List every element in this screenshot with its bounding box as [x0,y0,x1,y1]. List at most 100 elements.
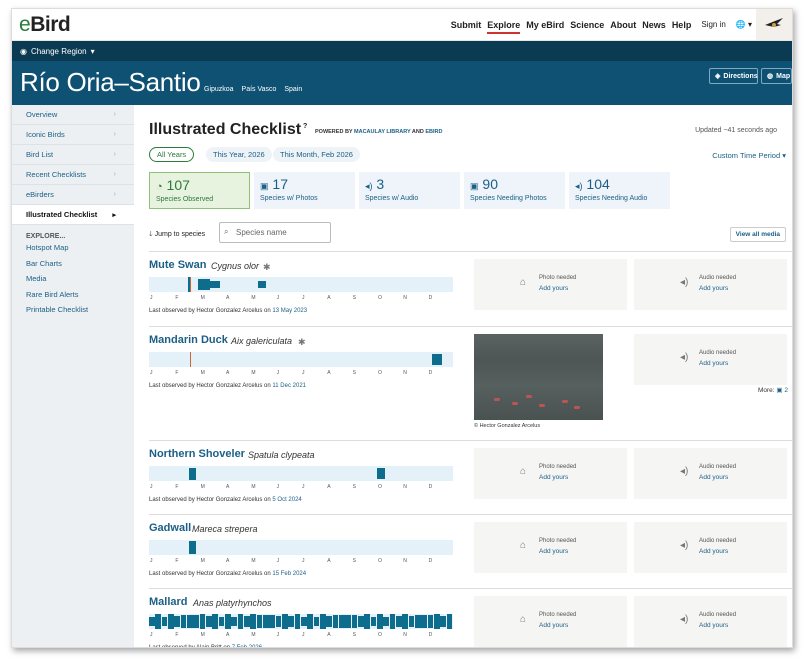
language-globe-icon[interactable]: 🌐 ▾ [736,20,752,29]
nav-submit[interactable]: Submit [451,20,482,30]
directions-icon: ◈ [715,73,721,80]
frequency-segment [301,617,307,626]
last-observed-date[interactable]: 11 Dec 2021 [272,383,306,389]
species-search-input[interactable]: ⌕ Species name [219,222,331,243]
month-label: J [276,558,280,564]
audio-needed-card[interactable]: ◂) Audio needed Add yours [634,448,787,499]
last-observed-text: Last observed by Hector Gonzalez Arcelus… [149,308,271,314]
audio-needed-card[interactable]: ◂) Audio needed Add yours [634,334,787,385]
ebird-link[interactable]: EBIRD [425,129,442,135]
sidebar-item-iconic-birds[interactable]: Iconic Birds › [12,125,134,145]
speaker-icon: ◂) [680,614,689,625]
frequency-segment [364,614,371,629]
location-country[interactable]: Spain [284,86,302,93]
camera-icon: ⌂ [520,277,527,288]
sidebar-item-label: eBirders [26,190,54,199]
stat-label: Species Observed [156,196,214,203]
species-common-name[interactable]: Gadwall [149,522,191,534]
sidebar-item-overview[interactable]: Overview › [12,105,134,125]
species-common-name[interactable]: Mallard [149,596,188,608]
top-nav: eBird Submit Explore My eBird Science Ab… [12,9,792,41]
custom-time-period-dropdown[interactable]: Custom Time Period ▾ [712,151,786,160]
frequency-segment [250,614,257,629]
ebird-logo[interactable]: eBird [19,13,71,37]
nav-about[interactable]: About [610,20,636,30]
nav-explore[interactable]: Explore [487,20,521,34]
add-yours-link[interactable]: Add yours [539,622,568,629]
macaulay-library-link[interactable]: MACAULAY LIBRARY [354,129,411,135]
stat-species-needing-photos[interactable]: ▣ 90 Species Needing Photos [464,172,565,209]
add-yours-link[interactable]: Add yours [539,474,568,481]
sidebar-link-rare-bird-alerts[interactable]: Rare Bird Alerts [12,290,134,306]
species-common-name[interactable]: Mandarin Duck [149,334,228,346]
sign-in-link[interactable]: Sign in [701,20,725,29]
month-label: J [301,558,305,564]
species-common-name[interactable]: Mute Swan [149,259,206,271]
photo-needed-card[interactable]: ⌂ Photo needed Add yours [474,522,627,573]
frequency-segment [187,615,193,628]
more-media-link[interactable]: More: ▣ 2 [758,386,788,394]
duck-mark [526,395,532,398]
month-label: D [428,632,433,638]
month-label: J [150,632,153,638]
audio-needed-card[interactable]: ◂) Audio needed Add yours [634,259,787,310]
sidebar-item-bird-list[interactable]: Bird List › [12,145,134,165]
month-label: F [175,632,179,638]
add-yours-link[interactable]: Add yours [699,285,728,292]
nav-science[interactable]: Science [570,20,604,30]
view-all-media-button[interactable]: View all media [729,227,786,242]
add-yours-link[interactable]: Add yours [699,474,728,481]
map-button[interactable]: ◍ Map [761,68,792,84]
species-divider [149,251,792,252]
photo-needed-card[interactable]: ⌂ Photo needed Add yours [474,448,627,499]
add-yours-link[interactable]: Add yours [699,548,728,555]
audio-needed-card[interactable]: ◂) Audio needed Add yours [634,522,787,573]
tab-this-month[interactable]: This Month, Feb 2026 [273,147,360,162]
camera-icon: ▣ [470,181,479,191]
main-nav: Submit Explore My eBird Science About Ne… [445,9,752,40]
species-photo[interactable] [474,334,603,420]
stat-species-observed[interactable]: ◔ 107 Species Observed [149,172,250,209]
species-common-name[interactable]: Northern Shoveler [149,448,245,460]
directions-button[interactable]: ◈ Directions [709,68,758,84]
add-yours-link[interactable]: Add yours [699,360,728,367]
sidebar-link-printable-checklist[interactable]: Printable Checklist [12,305,134,321]
powered-by: POWERED BY MACAULAY LIBRARY AND EBIRD [315,129,442,135]
location-county[interactable]: Gipuzkoa [204,86,234,93]
speaker-icon: ◂) [680,466,689,477]
sidebar-link-media[interactable]: Media [12,274,134,290]
sidebar-link-hotspot-map[interactable]: Hotspot Map [12,243,134,259]
stat-species-audio[interactable]: ◂) 3 Species w/ Audio [359,172,460,209]
sidebar-item-illustrated-checklist[interactable]: Illustrated Checklist ▸ [12,205,134,225]
cornell-lab-bird-logo-icon[interactable] [756,9,792,40]
stat-species-photos[interactable]: ▣ 17 Species w/ Photos [254,172,355,209]
frequency-segment [168,614,174,629]
audio-needed-card[interactable]: ◂) Audio needed Add yours [634,596,787,647]
sidebar-link-bar-charts[interactable]: Bar Charts [12,259,134,275]
photo-needed-card[interactable]: ⌂ Photo needed Add yours [474,596,627,647]
change-region-bar[interactable]: ◉ Change Region ▾ [12,41,792,61]
frequency-segment [174,615,181,628]
nav-news[interactable]: News [642,20,666,30]
help-icon[interactable]: ? [303,123,307,130]
photo-needed-card[interactable]: ⌂ Photo needed Add yours [474,259,627,310]
last-observed-date[interactable]: 15 Feb 2024 [272,571,306,577]
change-region-label[interactable]: Change Region [31,47,87,56]
last-observed-date[interactable]: 7 Feb 2026 [232,645,262,647]
duck-mark [539,404,545,407]
frequency-bar [149,540,453,555]
last-observed-date[interactable]: 5 Oct 2024 [272,497,301,503]
stat-species-needing-audio[interactable]: ◂) 104 Species Needing Audio [569,172,670,209]
nav-help[interactable]: Help [672,20,692,30]
tab-all-years[interactable]: All Years [149,147,195,162]
add-yours-link[interactable]: Add yours [539,548,568,555]
add-yours-link[interactable]: Add yours [699,622,728,629]
sidebar-item-ebirders[interactable]: eBirders › [12,185,134,205]
last-observed-date[interactable]: 13 May 2023 [272,308,307,314]
species-observed-icon: ◔ [156,181,163,193]
tab-this-year[interactable]: This Year, 2026 [206,147,272,162]
nav-my-ebird[interactable]: My eBird [526,20,564,30]
sidebar-item-recent-checklists[interactable]: Recent Checklists › [12,165,134,185]
location-region[interactable]: País Vasco [242,86,277,93]
add-yours-link[interactable]: Add yours [539,285,568,292]
